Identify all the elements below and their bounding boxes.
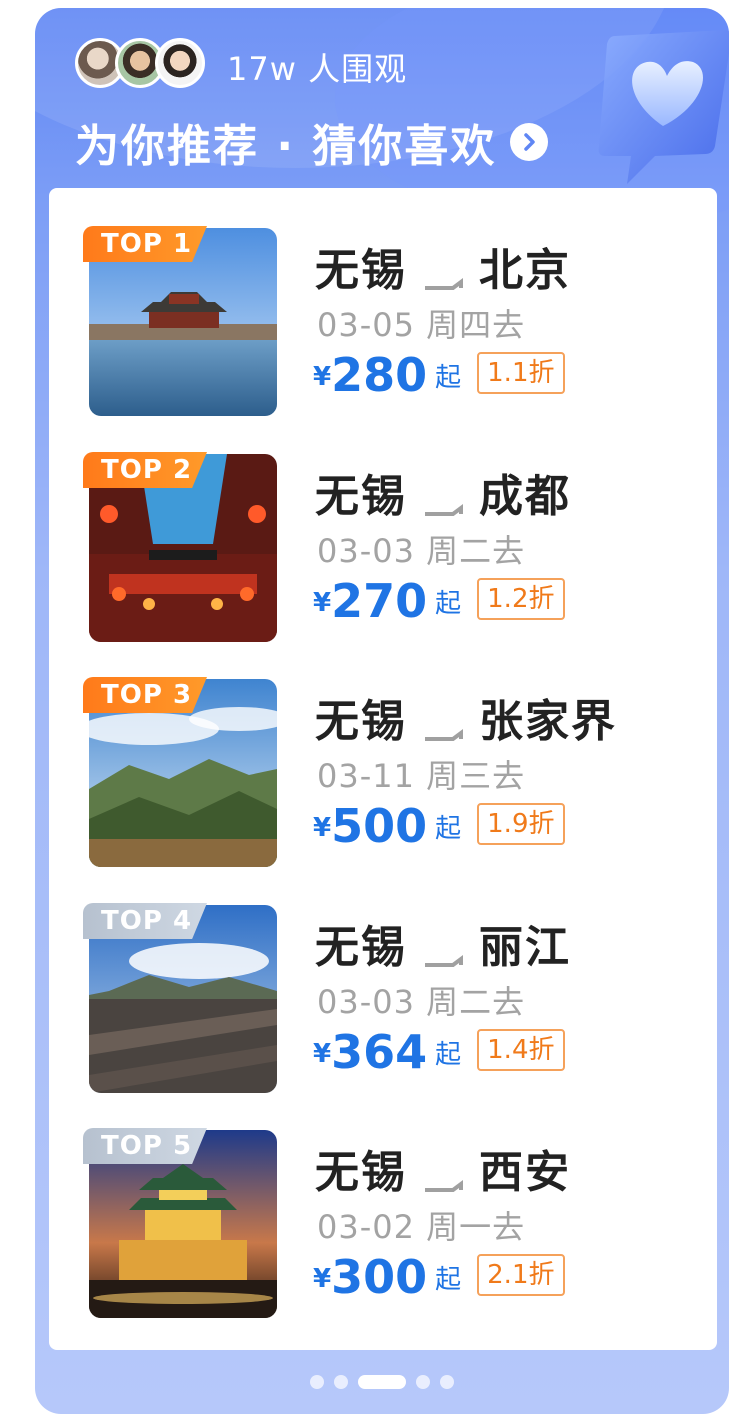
- chevron-right-icon[interactable]: [510, 123, 549, 161]
- pager-dot[interactable]: [416, 1375, 430, 1389]
- viewer-count: 17w 人围观: [227, 50, 408, 88]
- rank-badge: TOP 1: [83, 226, 207, 262]
- rank-badge: TOP 5: [83, 1128, 207, 1164]
- route-destination: 北京: [479, 245, 571, 296]
- departure-date: 03-11 周三去: [317, 757, 526, 795]
- recommendation-card[interactable]: 17w 人围观 为你推荐 · 猜你喜欢 TOP 1 无锡 北京 03-05 周四…: [35, 8, 729, 1414]
- pager-dot[interactable]: [440, 1375, 454, 1389]
- price-suffix: 起: [435, 1040, 462, 1070]
- route-origin: 无锡: [315, 1147, 407, 1198]
- departure-date: 03-05 周四去: [317, 306, 526, 344]
- pager-dot[interactable]: [334, 1375, 348, 1389]
- price-row: ¥ 500 起 1.9折: [313, 803, 565, 849]
- list-item[interactable]: TOP 4 无锡 丽江 03-03 周二去 ¥ 364 起 1.4折: [49, 865, 717, 1093]
- price-row: ¥ 364 起 1.4折: [313, 1029, 565, 1075]
- route-title: 无锡 北京: [315, 234, 571, 298]
- recommendation-list: TOP 1 无锡 北京 03-05 周四去 ¥ 280 起 1.1折 TOP 2…: [49, 188, 717, 1350]
- rank-badge: TOP 2: [83, 452, 207, 488]
- route-destination: 丽江: [479, 922, 571, 973]
- price-suffix: 起: [435, 814, 462, 844]
- departure-date: 03-02 周一去: [317, 1208, 526, 1246]
- list-item[interactable]: TOP 2 无锡 成都 03-03 周二去 ¥ 270 起 1.2折: [49, 414, 717, 642]
- price-suffix: 起: [435, 1265, 462, 1295]
- viewer-avatars: [75, 38, 205, 88]
- price-value: 270: [331, 574, 428, 628]
- currency-symbol: ¥: [313, 362, 332, 392]
- price-row: ¥ 280 起 1.1折: [313, 352, 565, 398]
- route-title: 无锡 张家界: [315, 685, 617, 749]
- recommend-title[interactable]: 为你推荐 · 猜你喜欢: [75, 110, 549, 174]
- price-row: ¥ 270 起 1.2折: [313, 578, 565, 624]
- avatar: [155, 38, 205, 88]
- price-value: 280: [331, 348, 428, 402]
- pager-dot[interactable]: [310, 1375, 324, 1389]
- arrow-right-icon: [423, 256, 463, 290]
- price-suffix: 起: [435, 363, 462, 393]
- route-title: 无锡 西安: [315, 1136, 571, 1200]
- title-text: 为你推荐 · 猜你喜欢: [75, 121, 497, 172]
- heart-icon: [585, 16, 729, 186]
- price-value: 500: [331, 799, 428, 853]
- currency-symbol: ¥: [313, 1039, 332, 1069]
- arrow-right-icon: [423, 933, 463, 967]
- arrow-right-icon: [423, 482, 463, 516]
- discount-badge: 1.9折: [477, 803, 565, 845]
- route-destination: 西安: [479, 1147, 571, 1198]
- list-item[interactable]: TOP 3 无锡 张家界 03-11 周三去 ¥ 500 起 1.9折: [49, 639, 717, 867]
- currency-symbol: ¥: [313, 813, 332, 843]
- discount-badge: 1.4折: [477, 1029, 565, 1071]
- route-origin: 无锡: [315, 471, 407, 522]
- rank-badge: TOP 4: [83, 903, 207, 939]
- price-value: 300: [331, 1250, 428, 1304]
- price-row: ¥ 300 起 2.1折: [313, 1254, 565, 1300]
- arrow-right-icon: [423, 707, 463, 741]
- discount-badge: 1.1折: [477, 352, 565, 394]
- departure-date: 03-03 周二去: [317, 532, 526, 570]
- rank-badge: TOP 3: [83, 677, 207, 713]
- discount-badge: 1.2折: [477, 578, 565, 620]
- arrow-right-icon: [423, 1158, 463, 1192]
- list-item[interactable]: TOP 5 无锡 西安 03-02 周一去 ¥ 300 起 2.1折: [49, 1090, 717, 1318]
- route-destination: 成都: [479, 471, 571, 522]
- price-value: 364: [331, 1025, 428, 1079]
- list-item[interactable]: TOP 1 无锡 北京 03-05 周四去 ¥ 280 起 1.1折: [49, 188, 717, 416]
- currency-symbol: ¥: [313, 588, 332, 618]
- currency-symbol: ¥: [313, 1264, 332, 1294]
- route-origin: 无锡: [315, 696, 407, 747]
- pager-dot-active[interactable]: [358, 1375, 406, 1389]
- departure-date: 03-03 周二去: [317, 983, 526, 1021]
- route-origin: 无锡: [315, 922, 407, 973]
- route-title: 无锡 丽江: [315, 911, 571, 975]
- carousel-pager[interactable]: [35, 1370, 729, 1394]
- route-origin: 无锡: [315, 245, 407, 296]
- discount-badge: 2.1折: [477, 1254, 565, 1296]
- route-destination: 张家界: [479, 696, 617, 747]
- route-title: 无锡 成都: [315, 460, 571, 524]
- price-suffix: 起: [435, 589, 462, 619]
